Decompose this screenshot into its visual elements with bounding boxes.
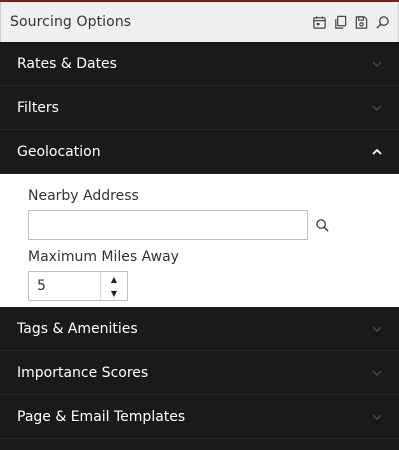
section-tags-amenities[interactable]: Tags & Amenities <box>0 307 399 351</box>
stepper-down-icon[interactable]: ▼ <box>101 286 127 300</box>
panel-header: Sourcing Options <box>0 2 399 42</box>
nearby-address-input[interactable] <box>28 210 308 240</box>
section-importance-scores[interactable]: Importance Scores <box>0 351 399 395</box>
stepper-up-icon[interactable]: ▲ <box>101 272 127 286</box>
section-label: Tags & Amenities <box>17 320 138 337</box>
header-toolbar <box>312 15 398 30</box>
chevron-up-icon <box>371 146 383 158</box>
section-label: Page & Email Templates <box>17 408 186 425</box>
search-icon <box>315 218 329 232</box>
max-miles-stepper[interactable]: 5 ▲ ▼ <box>28 271 128 301</box>
max-miles-label: Maximum Miles Away <box>28 249 179 265</box>
section-filters[interactable]: Filters <box>0 86 399 130</box>
chevron-down-icon <box>371 323 383 335</box>
section-rates-dates[interactable]: Rates & Dates <box>0 42 399 86</box>
chevron-down-icon <box>371 411 383 423</box>
section-label: Geolocation <box>17 143 101 160</box>
save-icon[interactable] <box>354 15 369 30</box>
sourcing-options-panel: Sourcing Options Rates & Dates Filters G… <box>0 2 399 450</box>
chevron-down-icon <box>371 367 383 379</box>
stepper-arrows: ▲ ▼ <box>100 272 127 300</box>
section-page-email-templates[interactable]: Page & Email Templates <box>0 395 399 439</box>
section-geolocation[interactable]: Geolocation <box>0 130 399 174</box>
copy-icon[interactable] <box>333 15 348 30</box>
nearby-address-label: Nearby Address <box>28 188 139 204</box>
calendar-icon[interactable] <box>312 15 327 30</box>
chevron-down-icon <box>371 58 383 70</box>
geolocation-body: Nearby Address Maximum Miles Away 5 ▲ ▼ <box>0 174 399 307</box>
max-miles-value[interactable]: 5 <box>29 272 100 300</box>
chevron-down-icon <box>371 102 383 114</box>
search-icon[interactable] <box>375 15 390 30</box>
section-label: Filters <box>17 99 59 116</box>
address-search-button[interactable] <box>311 214 333 236</box>
section-label: Importance Scores <box>17 364 149 381</box>
section-label: Rates & Dates <box>17 55 117 72</box>
panel-title: Sourcing Options <box>10 14 132 30</box>
